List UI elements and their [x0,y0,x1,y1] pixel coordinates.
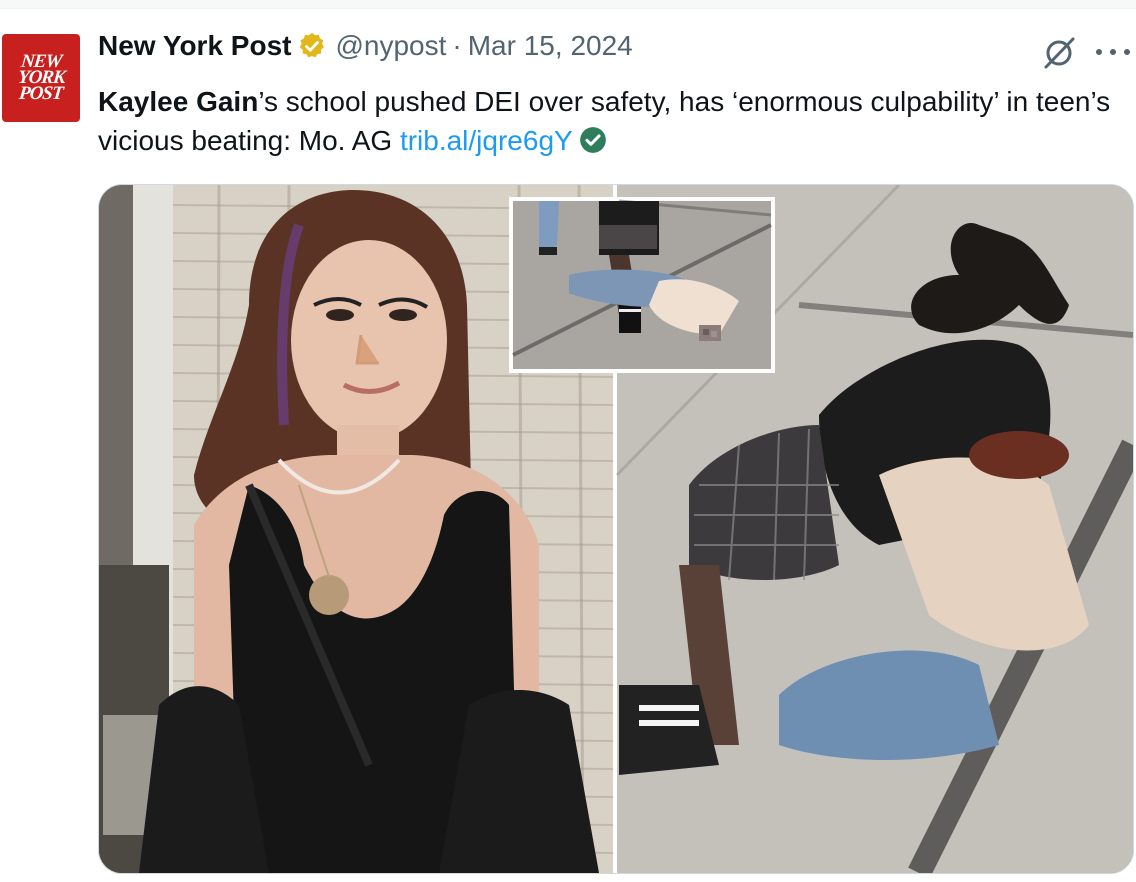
check-circle-icon [579,127,606,153]
media-inset-photo [509,197,775,373]
tweet-header: New York Post @nypost · Mar 15, 2024 [98,28,633,64]
media-collage [99,185,1133,873]
more-icon[interactable] [1096,40,1130,64]
more-dot [1110,49,1116,55]
tweet-date[interactable]: Mar 15, 2024 [468,30,633,62]
tweet-link[interactable]: trib.al/jqre6gY [400,125,573,156]
author-name[interactable]: New York Post [98,30,291,62]
tweet-text-bold-name: Kaylee Gain [98,86,259,117]
avatar[interactable]: NEW YORK POST [2,34,80,122]
avatar-text-line-3: POST [18,83,64,104]
tweet-media[interactable] [98,184,1134,874]
top-divider [0,0,1136,9]
tweet-text: Kaylee Gain’s school pushed DEI over saf… [98,82,1128,160]
more-dot [1096,49,1102,55]
header-separator: · [452,30,462,61]
author-handle[interactable]: @nypost [335,30,446,62]
grok-icon[interactable] [1040,34,1078,72]
verified-badge-icon [300,32,325,58]
more-dot [1124,49,1130,55]
